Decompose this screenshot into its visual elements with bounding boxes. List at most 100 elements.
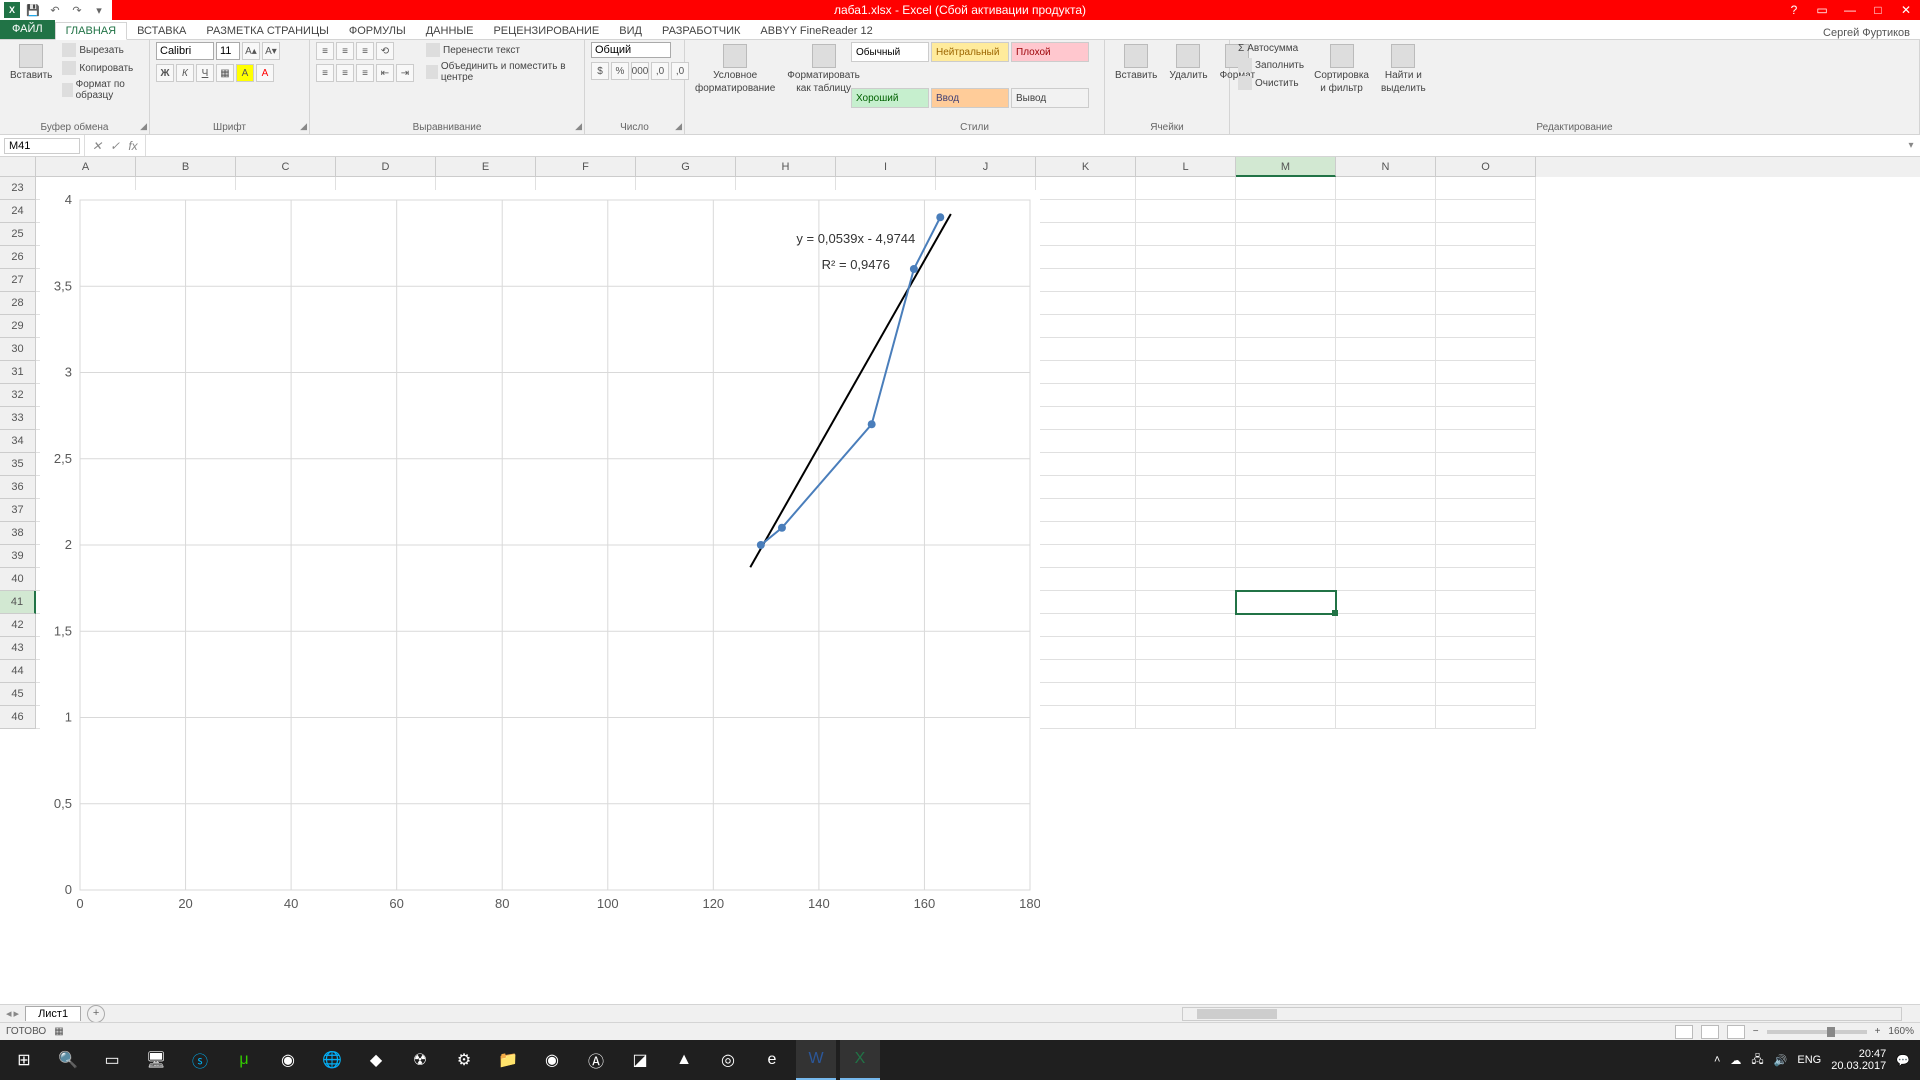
copy-button[interactable]: Копировать — [60, 60, 143, 76]
cell-M26[interactable] — [1236, 246, 1336, 269]
cell-L46[interactable] — [1136, 706, 1236, 729]
cell-K31[interactable] — [1036, 361, 1136, 384]
align-top-icon[interactable]: ≡ — [316, 42, 334, 60]
row-header-40[interactable]: 40 — [0, 568, 36, 591]
horizontal-scrollbar[interactable] — [1182, 1007, 1902, 1021]
cell-N42[interactable] — [1336, 614, 1436, 637]
col-header-J[interactable]: J — [936, 157, 1036, 177]
row-header-44[interactable]: 44 — [0, 660, 36, 683]
cell-O44[interactable] — [1436, 660, 1536, 683]
undo-icon[interactable]: ↶ — [46, 1, 64, 19]
start-button[interactable]: ⊞ — [4, 1040, 44, 1080]
cell-L37[interactable] — [1136, 499, 1236, 522]
number-dialog-icon[interactable]: ◢ — [675, 121, 682, 132]
word-icon[interactable]: W — [796, 1040, 836, 1080]
cell-K28[interactable] — [1036, 292, 1136, 315]
cell-O37[interactable] — [1436, 499, 1536, 522]
cell-N46[interactable] — [1336, 706, 1436, 729]
find-select-button[interactable]: Найти ивыделить — [1377, 42, 1430, 96]
align-right-icon[interactable]: ≡ — [356, 64, 374, 82]
row-header-25[interactable]: 25 — [0, 223, 36, 246]
cell-M23[interactable] — [1236, 177, 1336, 200]
cell-K34[interactable] — [1036, 430, 1136, 453]
macro-record-icon[interactable]: ▦ — [54, 1026, 63, 1037]
volume-icon[interactable]: 🔊 — [1774, 1054, 1788, 1067]
col-header-B[interactable]: B — [136, 157, 236, 177]
col-header-G[interactable]: G — [636, 157, 736, 177]
redo-icon[interactable]: ↷ — [68, 1, 86, 19]
zoom-level[interactable]: 160% — [1888, 1026, 1914, 1037]
account-name[interactable]: Сергей Фуртиков — [1823, 27, 1920, 39]
cell-O24[interactable] — [1436, 200, 1536, 223]
cell-N40[interactable] — [1336, 568, 1436, 591]
search-icon[interactable]: 🔍 — [48, 1040, 88, 1080]
cell-O29[interactable] — [1436, 315, 1536, 338]
name-box[interactable] — [4, 138, 80, 154]
cell-O31[interactable] — [1436, 361, 1536, 384]
clear-button[interactable]: Очистить — [1236, 75, 1306, 91]
row-header-41[interactable]: 41 — [0, 591, 36, 614]
cell-K35[interactable] — [1036, 453, 1136, 476]
align-left-icon[interactable]: ≡ — [316, 64, 334, 82]
excel-taskbar-icon[interactable]: X — [840, 1040, 880, 1080]
cell-N32[interactable] — [1336, 384, 1436, 407]
align-center-icon[interactable]: ≡ — [336, 64, 354, 82]
cell-N28[interactable] — [1336, 292, 1436, 315]
cell-N31[interactable] — [1336, 361, 1436, 384]
style-output[interactable]: Вывод — [1011, 88, 1089, 108]
matlab-icon[interactable]: ▲ — [664, 1040, 704, 1080]
thousands-icon[interactable]: 000 — [631, 62, 649, 80]
cell-O32[interactable] — [1436, 384, 1536, 407]
cell-M44[interactable] — [1236, 660, 1336, 683]
tab-formulas[interactable]: ФОРМУЛЫ — [339, 23, 416, 39]
cell-L33[interactable] — [1136, 407, 1236, 430]
col-header-L[interactable]: L — [1136, 157, 1236, 177]
tab-insert[interactable]: ВСТАВКА — [127, 23, 196, 39]
cell-M41[interactable] — [1236, 591, 1336, 614]
chrome-icon[interactable]: ◉ — [268, 1040, 308, 1080]
add-sheet-button[interactable]: + — [87, 1005, 105, 1023]
border-button[interactable]: ▦ — [216, 64, 234, 82]
cell-K41[interactable] — [1036, 591, 1136, 614]
tab-view[interactable]: ВИД — [609, 23, 652, 39]
language-indicator[interactable]: ENG — [1797, 1054, 1821, 1066]
view-normal-icon[interactable] — [1675, 1025, 1693, 1039]
utorrent-icon[interactable]: μ — [224, 1040, 264, 1080]
cell-L31[interactable] — [1136, 361, 1236, 384]
cell-N38[interactable] — [1336, 522, 1436, 545]
taskbar-app-7[interactable]: ☢ — [400, 1040, 440, 1080]
row-header-39[interactable]: 39 — [0, 545, 36, 568]
onedrive-icon[interactable]: ☁ — [1730, 1054, 1741, 1067]
row-header-24[interactable]: 24 — [0, 200, 36, 223]
col-header-E[interactable]: E — [436, 157, 536, 177]
cell-O26[interactable] — [1436, 246, 1536, 269]
italic-button[interactable]: К — [176, 64, 194, 82]
cell-O35[interactable] — [1436, 453, 1536, 476]
row-header-28[interactable]: 28 — [0, 292, 36, 315]
insert-cells-button[interactable]: Вставить — [1111, 42, 1161, 83]
conditional-formatting-button[interactable]: Условное форматирование — [691, 42, 779, 96]
cell-M31[interactable] — [1236, 361, 1336, 384]
cell-K46[interactable] — [1036, 706, 1136, 729]
cell-L30[interactable] — [1136, 338, 1236, 361]
cell-L25[interactable] — [1136, 223, 1236, 246]
fx-icon[interactable]: fx — [125, 139, 141, 153]
autosum-button[interactable]: ΣАвтосумма — [1236, 42, 1306, 55]
font-name-input[interactable] — [156, 42, 214, 60]
cell-L29[interactable] — [1136, 315, 1236, 338]
row-header-34[interactable]: 34 — [0, 430, 36, 453]
taskbar-app-12[interactable]: ◪ — [620, 1040, 660, 1080]
cell-M43[interactable] — [1236, 637, 1336, 660]
cell-N45[interactable] — [1336, 683, 1436, 706]
cell-K26[interactable] — [1036, 246, 1136, 269]
cell-L38[interactable] — [1136, 522, 1236, 545]
sheet-tab[interactable]: Лист1 — [25, 1006, 81, 1021]
row-header-37[interactable]: 37 — [0, 499, 36, 522]
tab-review[interactable]: РЕЦЕНЗИРОВАНИЕ — [483, 23, 609, 39]
view-page-break-icon[interactable] — [1727, 1025, 1745, 1039]
col-header-N[interactable]: N — [1336, 157, 1436, 177]
cell-K39[interactable] — [1036, 545, 1136, 568]
underline-button[interactable]: Ч — [196, 64, 214, 82]
cell-K45[interactable] — [1036, 683, 1136, 706]
cell-L39[interactable] — [1136, 545, 1236, 568]
